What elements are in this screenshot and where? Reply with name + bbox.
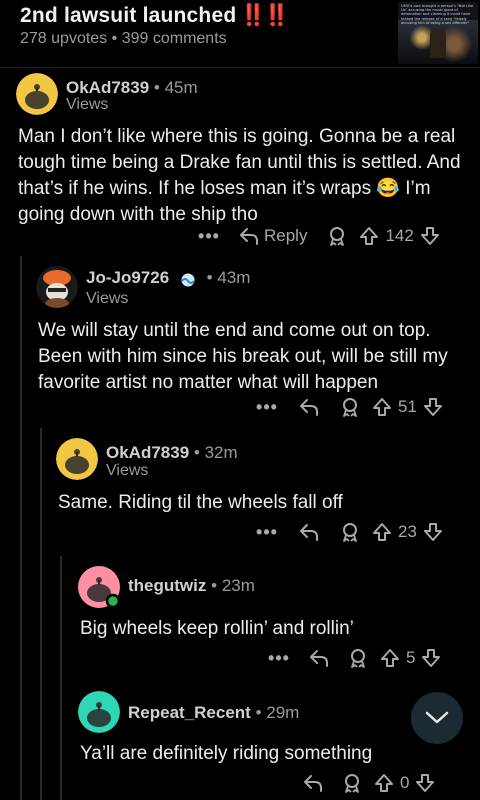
- username-text: thegutwiz: [128, 576, 207, 595]
- more-icon[interactable]: •••: [256, 398, 278, 416]
- award-icon[interactable]: [340, 522, 360, 542]
- avatar[interactable]: [78, 691, 120, 733]
- avatar[interactable]: [56, 438, 98, 480]
- vote-count: 23: [398, 522, 417, 541]
- comment-body: Same. Riding til the wheels fall off: [58, 492, 343, 513]
- username[interactable]: Repeat_Recent • 29m: [128, 703, 299, 723]
- comment-time: 43m: [217, 268, 251, 287]
- comment-actions: ••• 51: [256, 392, 470, 422]
- collapse-button[interactable]: [411, 692, 463, 744]
- thumbnail-caption: UMG's own brought a person's "Not Like U…: [401, 4, 474, 25]
- comment-actions: ••• 23: [256, 517, 470, 547]
- post-title-text: 2nd lawsuit launched: [20, 4, 237, 27]
- upvote-icon[interactable]: [374, 773, 394, 793]
- downvote-icon[interactable]: [423, 397, 443, 417]
- downvote-icon[interactable]: [415, 773, 435, 793]
- comment-actions: ••• Reply 142: [198, 221, 470, 251]
- username-text: OkAd7839: [106, 443, 190, 462]
- online-status-icon: [105, 593, 121, 609]
- post-thumbnail[interactable]: UMG's own brought a person's "Not Like U…: [398, 2, 478, 64]
- wave-icon: [178, 272, 198, 287]
- thread-rail[interactable]: [60, 556, 62, 800]
- avatar[interactable]: [16, 73, 58, 115]
- meta-separator: •: [153, 78, 160, 97]
- meta-separator: •: [255, 703, 262, 722]
- reply-arrow-icon[interactable]: [298, 397, 320, 417]
- upvote-icon[interactable]: [359, 226, 379, 246]
- award-icon[interactable]: [348, 648, 368, 668]
- meta-separator: •: [211, 576, 218, 595]
- downvote-icon[interactable]: [420, 226, 440, 246]
- user-flair: Views: [66, 96, 109, 113]
- comment-body: We will stay until the end and come out …: [38, 320, 448, 393]
- comment-time: 29m: [266, 703, 300, 722]
- more-icon[interactable]: •••: [256, 523, 278, 541]
- avatar[interactable]: [78, 566, 121, 609]
- comment-body: Man I don’t like where this is going. Go…: [18, 126, 461, 225]
- user-flair: Views: [86, 290, 129, 307]
- meta-separator: •: [206, 268, 213, 287]
- award-icon[interactable]: [327, 226, 347, 246]
- comment-time: 45m: [164, 78, 198, 97]
- reply-arrow-icon[interactable]: [302, 773, 324, 793]
- comment-actions: 0: [302, 768, 470, 798]
- reply-button[interactable]: Reply: [238, 226, 307, 246]
- username[interactable]: thegutwiz • 23m: [128, 576, 255, 596]
- upvote-icon[interactable]: [372, 397, 392, 417]
- meta-separator: •: [193, 443, 200, 462]
- thread-rail[interactable]: [20, 256, 22, 800]
- award-icon[interactable]: [342, 773, 362, 793]
- comment-actions: ••• 5: [268, 643, 470, 673]
- thread-rail[interactable]: [40, 428, 42, 800]
- post-header[interactable]: 2nd lawsuit launched ‼️‼️ 278 upvotes • 3…: [0, 0, 480, 68]
- thumbnail-figure: [430, 28, 446, 58]
- username-text: Repeat_Recent: [128, 703, 251, 722]
- avatar[interactable]: [36, 266, 78, 308]
- username[interactable]: Jo-Jo9726 • 43m: [86, 268, 250, 288]
- upvote-count: 278 upvotes: [20, 30, 108, 47]
- reply-label: Reply: [264, 226, 308, 245]
- comment-count: 399 comments: [121, 30, 227, 47]
- username-text: OkAd7839: [66, 78, 150, 97]
- meta-separator: •: [111, 30, 118, 47]
- vote-count: 142: [385, 226, 414, 245]
- vote-count: 5: [406, 648, 416, 667]
- comment-body: Big wheels keep rollin’ and rollin’: [80, 618, 354, 639]
- more-icon[interactable]: •••: [198, 227, 220, 245]
- reply-arrow-icon[interactable]: [308, 648, 330, 668]
- vote-count: 51: [398, 397, 417, 416]
- username[interactable]: OkAd7839 • 45m: [66, 78, 198, 98]
- more-icon[interactable]: •••: [268, 649, 290, 667]
- upvote-icon[interactable]: [372, 522, 392, 542]
- comment-body: Ya’ll are definitely riding something: [80, 743, 373, 764]
- username-text: Jo-Jo9726: [86, 268, 170, 287]
- comment-time: 32m: [204, 443, 238, 462]
- downvote-icon[interactable]: [423, 522, 443, 542]
- post-meta: 278 upvotes • 399 comments: [20, 30, 227, 48]
- user-flair: Views: [106, 462, 149, 479]
- award-icon[interactable]: [340, 397, 360, 417]
- post-title: 2nd lawsuit launched ‼️‼️: [20, 4, 290, 28]
- chevron-down-icon: [425, 711, 449, 724]
- upvote-icon[interactable]: [380, 648, 400, 668]
- reply-arrow-icon: [240, 228, 258, 245]
- exclamation-emoji: ‼️‼️: [240, 4, 289, 27]
- vote-count: 0: [400, 773, 410, 792]
- username[interactable]: OkAd7839 • 32m: [106, 443, 238, 463]
- comment-time: 23m: [221, 576, 255, 595]
- downvote-icon[interactable]: [421, 648, 441, 668]
- reply-arrow-icon[interactable]: [298, 522, 320, 542]
